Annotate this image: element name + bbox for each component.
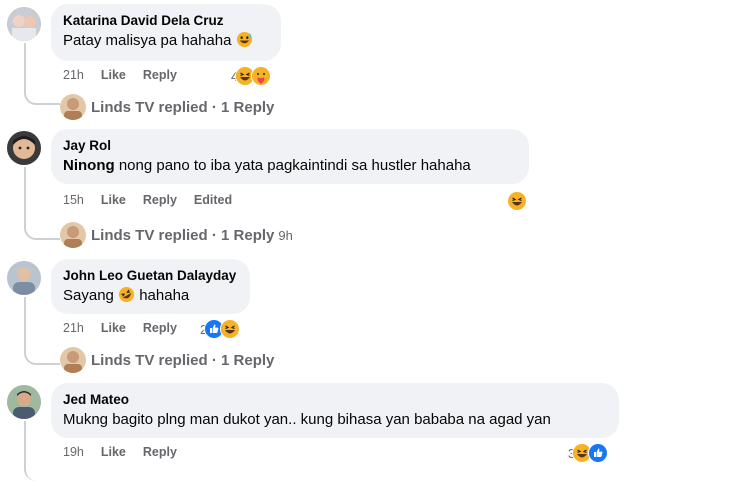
edited-label: Edited [193,193,233,207]
replied-text: Linds TV replied · 1 Reply [91,226,275,244]
comment-timestamp[interactable]: 21h [63,68,84,82]
rolling-laughing-emoji-icon [118,286,135,309]
like-button[interactable]: Like [101,193,126,207]
reply-button[interactable]: Reply [143,193,177,207]
replier-avatar [60,222,86,248]
comment-text: Ninong nong pano to iba yata pagkaintind… [63,157,471,174]
like-icon [588,443,609,463]
like-button[interactable]: Like [101,68,126,82]
comment-timestamp[interactable]: 21h [63,321,84,335]
comment-bubble: Jay Rol Ninong nong pano to iba yata pag… [51,129,529,184]
replier-avatar [60,94,86,120]
comment-bubble: Jed Mateo Mukng bagito plng man dukot ya… [51,383,619,438]
comment-author[interactable]: Jed Mateo [63,391,607,408]
reaction-summary[interactable]: 2 [200,319,241,339]
replied-text: Linds TV replied · 1 Reply [91,98,275,116]
reply-button[interactable]: Reply [143,445,177,459]
replied-text: Linds TV replied · 1 Reply [91,351,275,369]
view-replies-link[interactable]: Linds TV replied · 1 Reply [60,347,274,373]
comment-bubble: John Leo Guetan Dalayday Sayang hahaha [51,259,250,314]
comment-timestamp[interactable]: 15h [63,193,84,207]
avatar[interactable] [7,131,41,165]
comment-bubble: Katarina David Dela Cruz Patay malisya p… [51,4,281,61]
comment-text: Patay malisya pa hahaha [63,31,269,54]
care-icon [251,66,272,86]
replier-avatar [60,347,86,373]
reply-button[interactable]: Reply [143,68,177,82]
view-replies-link[interactable]: Linds TV replied · 1 Reply 9h [60,222,293,248]
avatar[interactable] [7,261,41,295]
comment-author[interactable]: Katarina David Dela Cruz [63,12,269,29]
comment-actions: 15h Like Reply Edited [63,193,232,207]
reaction-summary[interactable]: 3 [568,443,609,463]
avatar[interactable] [7,385,41,419]
haha-icon [220,319,241,339]
grinning-sweat-emoji-icon [236,31,253,54]
comment-timestamp[interactable]: 19h [63,445,84,459]
comment-text: Sayang hahaha [63,286,238,309]
reply-button[interactable]: Reply [143,321,177,335]
comment-actions: 21h Like Reply [63,68,177,82]
like-button[interactable]: Like [101,321,126,335]
like-button[interactable]: Like [101,445,126,459]
view-replies-link[interactable]: Linds TV replied · 1 Reply [60,94,274,120]
comment-author[interactable]: John Leo Guetan Dalayday [63,267,238,284]
comment-actions: 19h Like Reply [63,445,177,459]
comment-text: Mukng bagito plng man dukot yan.. kung b… [63,411,551,428]
comment-actions: 21h Like Reply [63,321,177,335]
reply-timestamp: 9h [278,227,293,243]
comment-author[interactable]: Jay Rol [63,137,517,154]
reaction-summary[interactable] [507,191,527,211]
avatar[interactable] [7,7,41,41]
tagged-word[interactable]: Ninong [63,157,115,174]
reaction-summary[interactable]: 4 [231,66,272,86]
haha-icon [507,191,527,211]
